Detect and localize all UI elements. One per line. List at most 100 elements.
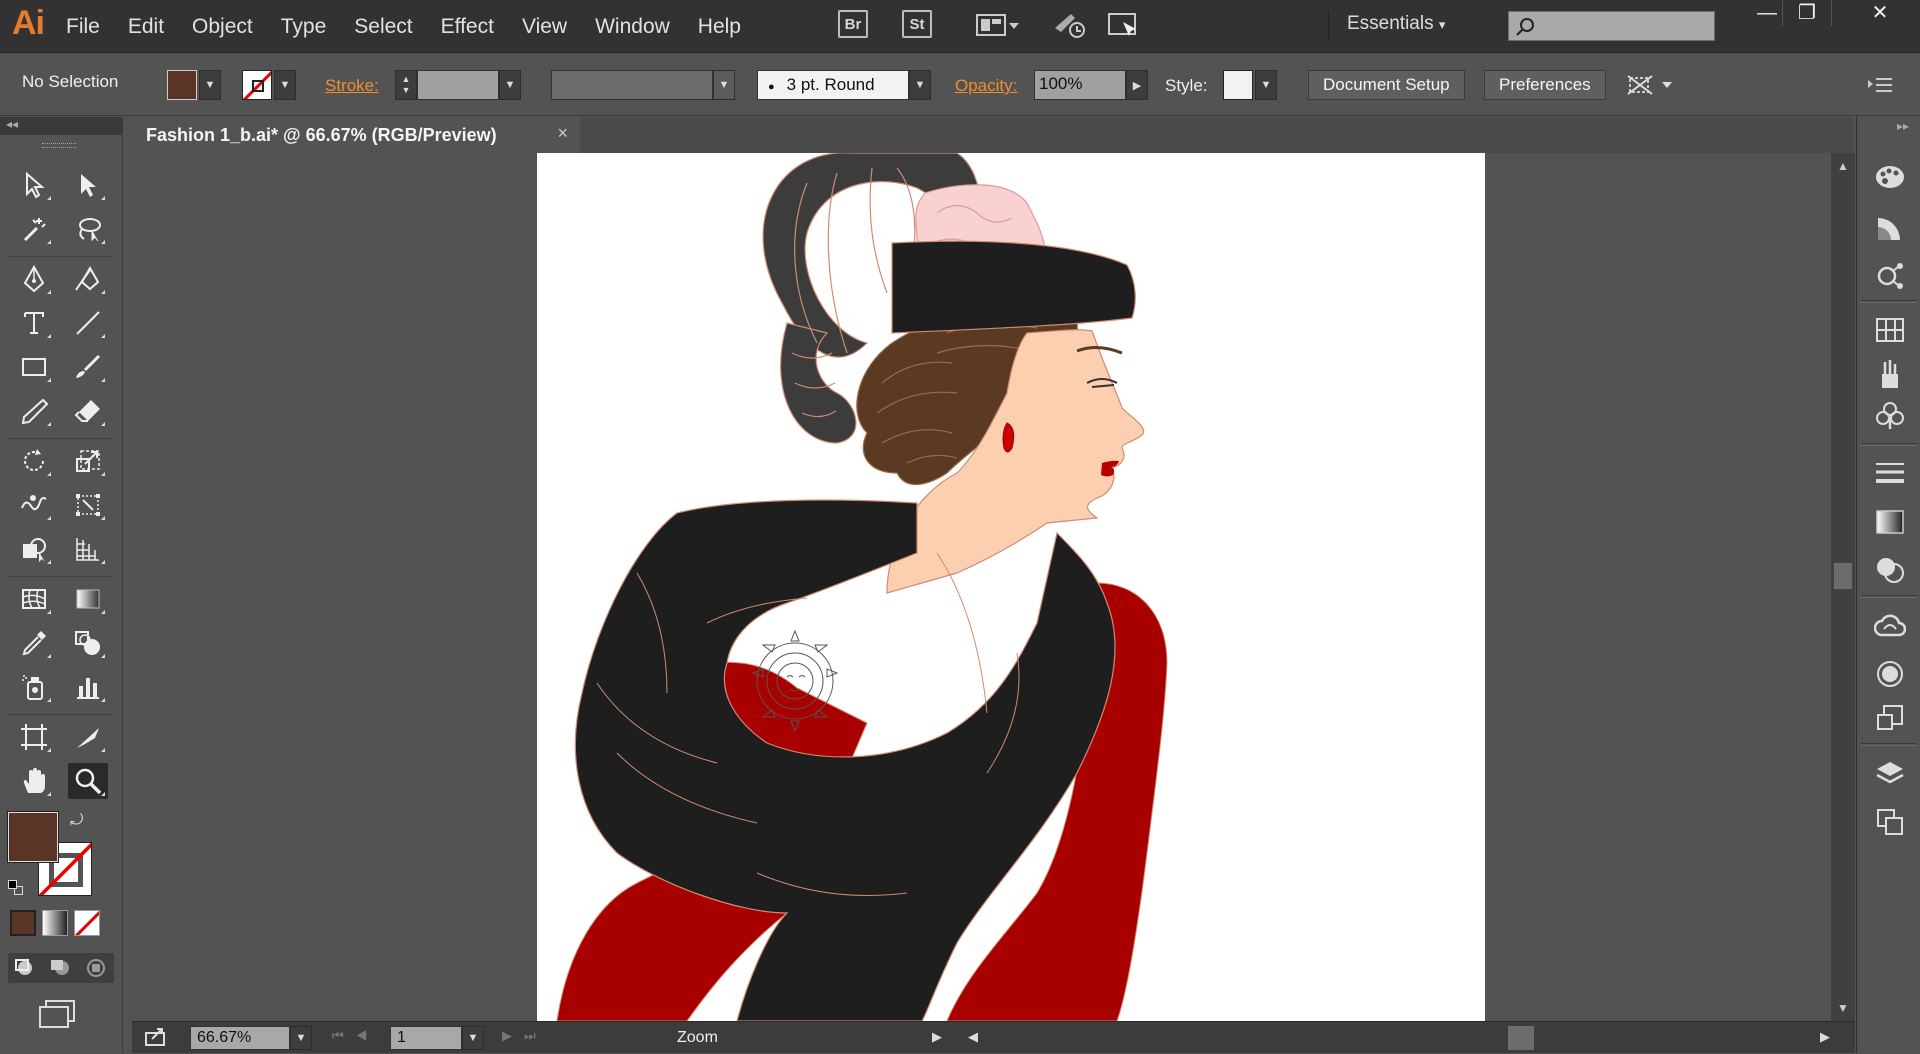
- brush-dropdown[interactable]: ▼: [909, 70, 931, 100]
- status-menu-arrow-icon[interactable]: ▶: [932, 1029, 942, 1045]
- help-search-input[interactable]: [1508, 11, 1715, 41]
- menu-window[interactable]: Window: [595, 15, 670, 39]
- selection-tool[interactable]: [14, 167, 54, 203]
- direct-selection-tool[interactable]: [68, 167, 108, 203]
- menu-view[interactable]: View: [522, 15, 567, 39]
- arrange-documents-icon[interactable]: [972, 10, 1024, 40]
- vertical-scroll-thumb[interactable]: [1834, 563, 1852, 589]
- artboards-panel-icon[interactable]: [1873, 805, 1907, 839]
- menu-edit[interactable]: Edit: [128, 15, 164, 39]
- rotate-tool[interactable]: [14, 443, 54, 479]
- graphic-style-swatch[interactable]: [1223, 70, 1253, 100]
- draw-inside-icon[interactable]: [83, 957, 109, 979]
- expand-panels-icon[interactable]: ▸▸: [1897, 119, 1909, 133]
- magic-wand-tool[interactable]: [14, 211, 54, 247]
- paintbrush-tool[interactable]: [68, 349, 108, 385]
- close-button[interactable]: ✕: [1852, 0, 1908, 26]
- creative-cloud-libraries-icon[interactable]: [1873, 259, 1907, 293]
- scroll-down-icon[interactable]: ▼: [1837, 1001, 1849, 1015]
- gradient-tool[interactable]: [68, 581, 108, 617]
- artboard-nav-next-icons[interactable]: ▶⏭: [502, 1028, 548, 1044]
- canvas-area[interactable]: [124, 153, 1831, 1021]
- default-fill-stroke-icon[interactable]: [8, 880, 24, 896]
- color-guide-icon[interactable]: [1873, 211, 1907, 245]
- artboard[interactable]: [537, 153, 1485, 1021]
- fill-swatch[interactable]: [167, 70, 197, 100]
- transform-panel-icon[interactable]: [1873, 701, 1907, 735]
- brushes-panel-icon[interactable]: [1873, 357, 1907, 391]
- shape-builder-tool[interactable]: [14, 531, 54, 567]
- opacity-label[interactable]: Opacity:: [955, 76, 1017, 96]
- color-panel-icon[interactable]: [1873, 159, 1907, 193]
- graphic-style-control[interactable]: ▼: [1223, 70, 1277, 100]
- close-tab-icon[interactable]: ×: [557, 123, 568, 144]
- stroke-weight-control[interactable]: ▲ ▼ ▼: [395, 70, 521, 100]
- scale-tool[interactable]: [68, 443, 108, 479]
- menu-help[interactable]: Help: [698, 15, 741, 39]
- fill-stroke-widget[interactable]: ⤾: [8, 812, 108, 902]
- brush-definition-field[interactable]: ● 3 pt. Round: [757, 70, 909, 100]
- layers-panel-icon[interactable]: [1873, 757, 1907, 791]
- lasso-tool[interactable]: [68, 211, 108, 247]
- variable-width-dropdown[interactable]: ▼: [713, 70, 735, 100]
- scroll-right-icon[interactable]: ▶: [1820, 1029, 1830, 1045]
- appearance-panel-icon[interactable]: [1873, 657, 1907, 691]
- eraser-tool[interactable]: [68, 393, 108, 429]
- color-button[interactable]: [10, 910, 36, 936]
- panel-grip[interactable]: [42, 143, 76, 148]
- opacity-arrow[interactable]: ▶: [1126, 70, 1148, 100]
- artboard-number-field[interactable]: 1: [390, 1026, 462, 1050]
- opacity-field[interactable]: 100%: [1034, 70, 1126, 100]
- artboard-dropdown[interactable]: ▼: [462, 1026, 484, 1050]
- symbols-panel-icon[interactable]: [1873, 399, 1907, 433]
- fill-color-box[interactable]: [8, 812, 58, 862]
- stroke-dropdown[interactable]: ▼: [274, 70, 296, 100]
- document-setup-button[interactable]: Document Setup: [1308, 70, 1465, 100]
- column-graph-tool[interactable]: [68, 669, 108, 705]
- perspective-grid-tool[interactable]: [68, 531, 108, 567]
- share-icon[interactable]: [144, 1027, 168, 1052]
- workspace-switcher[interactable]: Essentials ▾: [1328, 11, 1478, 41]
- artboard-nav-prev-icons[interactable]: ⏮◀: [332, 1028, 379, 1044]
- zoom-level-field[interactable]: 66.67%: [190, 1026, 290, 1050]
- preferences-button[interactable]: Preferences: [1484, 70, 1606, 100]
- gradient-panel-icon[interactable]: [1873, 505, 1907, 539]
- free-transform-tool[interactable]: [68, 487, 108, 523]
- collapse-tools-icon[interactable]: ◂◂: [0, 117, 123, 135]
- scroll-left-icon[interactable]: ◀: [968, 1029, 978, 1045]
- mesh-tool[interactable]: [14, 581, 54, 617]
- horizontal-scrollbar[interactable]: ◀ ▶: [964, 1022, 1830, 1054]
- none-button[interactable]: [74, 910, 100, 936]
- change-screen-mode-icon[interactable]: [36, 997, 80, 1033]
- menu-file[interactable]: File: [66, 15, 100, 39]
- bridge-button[interactable]: Br: [838, 10, 868, 38]
- hand-tool[interactable]: [14, 763, 54, 799]
- stroke-label[interactable]: Stroke:: [325, 76, 379, 96]
- horizontal-scroll-thumb[interactable]: [1508, 1026, 1534, 1050]
- sync-settings-icon[interactable]: [1050, 10, 1092, 40]
- symbol-sprayer-tool[interactable]: [14, 669, 54, 705]
- vertical-scrollbar[interactable]: ▲ ▼: [1831, 153, 1855, 1021]
- zoom-tool[interactable]: [68, 763, 108, 799]
- maximize-button[interactable]: ❐: [1782, 0, 1832, 26]
- line-segment-tool[interactable]: [68, 305, 108, 341]
- curvature-tool[interactable]: [68, 261, 108, 297]
- stroke-weight-field[interactable]: [417, 70, 499, 100]
- shaper-tool[interactable]: [14, 393, 54, 429]
- variable-width-control[interactable]: ▼: [551, 70, 735, 100]
- artboard-tool[interactable]: [14, 719, 54, 755]
- stroke-none-swatch[interactable]: [242, 70, 272, 100]
- scroll-up-icon[interactable]: ▲: [1837, 159, 1849, 173]
- eyedropper-tool[interactable]: [14, 625, 54, 661]
- isolate-object-icon[interactable]: [1626, 72, 1676, 98]
- gradient-button[interactable]: [42, 910, 68, 936]
- menu-type[interactable]: Type: [281, 15, 327, 39]
- slice-tool[interactable]: [68, 719, 108, 755]
- document-tab[interactable]: Fashion 1_b.ai* @ 66.67% (RGB/Preview) ×: [132, 117, 580, 153]
- blend-tool[interactable]: [68, 625, 108, 661]
- stroke-weight-dropdown[interactable]: ▼: [499, 70, 521, 100]
- cc-libraries-icon[interactable]: [1873, 609, 1907, 643]
- pen-tool[interactable]: [14, 261, 54, 297]
- swap-fill-stroke-icon[interactable]: ⤾: [70, 812, 83, 830]
- menu-object[interactable]: Object: [192, 15, 253, 39]
